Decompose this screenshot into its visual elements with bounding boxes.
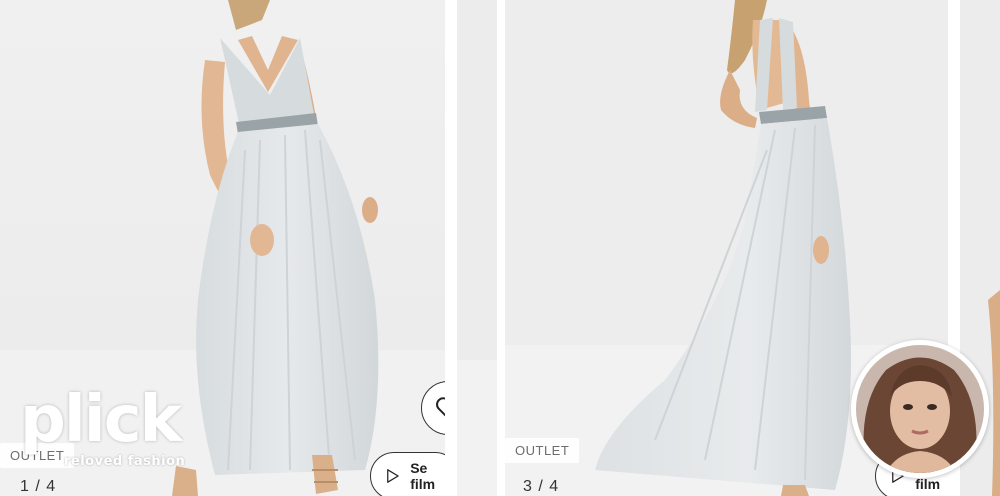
product-photo-peek[interactable] — [457, 0, 497, 496]
logo-tagline: reloved fashion — [64, 454, 186, 469]
dress-peek-image — [457, 0, 497, 496]
seller-avatar[interactable] — [851, 340, 989, 478]
heart-icon — [436, 397, 445, 417]
product-image-gallery: OUTLET 1 / 4 Se film OUTLET 3 / 4 film p… — [0, 0, 1000, 496]
logo-wordmark: plick — [20, 383, 182, 457]
image-counter: 3 / 4 — [523, 478, 560, 495]
outlet-badge: OUTLET — [505, 438, 580, 463]
seller-photo — [856, 345, 984, 473]
watch-video-label: Se film — [410, 460, 436, 492]
plick-logo: plick reloved fashion — [18, 388, 193, 476]
slide-divider — [497, 0, 505, 496]
slide-divider — [445, 0, 457, 496]
play-icon — [387, 469, 399, 483]
watch-video-button[interactable]: Se film — [370, 452, 445, 496]
image-counter: 1 / 4 — [20, 478, 57, 495]
